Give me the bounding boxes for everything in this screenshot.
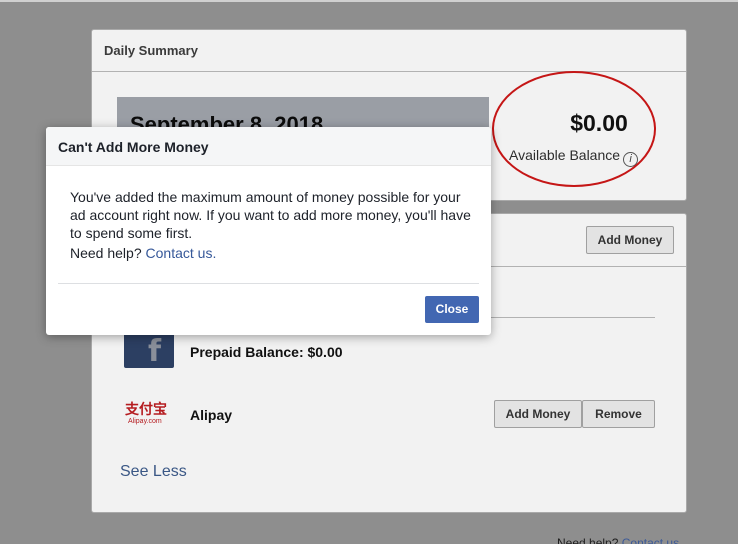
dialog-title: Can't Add More Money [46, 127, 491, 166]
alipay-logo-text: 支付宝 [125, 401, 167, 417]
cant-add-money-dialog: Can't Add More Money You've added the ma… [46, 127, 491, 335]
dialog-contact-link[interactable]: Contact us. [146, 245, 217, 261]
footer-contact-link[interactable]: Contact us [622, 536, 679, 544]
alipay-icon: 支付宝 Alipay.com [125, 401, 173, 429]
facebook-icon: f [124, 331, 174, 368]
daily-summary-title: Daily Summary [92, 30, 686, 72]
alipay-add-money-button[interactable]: Add Money [494, 400, 582, 428]
top-border [0, 0, 738, 2]
footer-need-help: Need help? [557, 536, 619, 544]
dialog-help-text: Need help? [70, 245, 142, 261]
add-money-button[interactable]: Add Money [586, 226, 674, 254]
see-less-link[interactable]: See Less [120, 463, 187, 481]
dialog-message: You've added the maximum amount of money… [70, 189, 471, 241]
dialog-divider [58, 283, 479, 284]
alipay-logo-url: Alipay.com [128, 418, 162, 425]
alipay-label: Alipay [190, 407, 233, 423]
facebook-glyph: f [148, 334, 162, 368]
prepaid-balance-label: Prepaid Balance: $0.00 [190, 344, 343, 360]
dialog-help: Need help? Contact us. [70, 245, 216, 261]
remove-button[interactable]: Remove [582, 400, 655, 428]
footer-help: Need help? Contact us [557, 536, 679, 544]
close-button[interactable]: Close [425, 296, 479, 323]
annotation-circle [492, 71, 656, 187]
